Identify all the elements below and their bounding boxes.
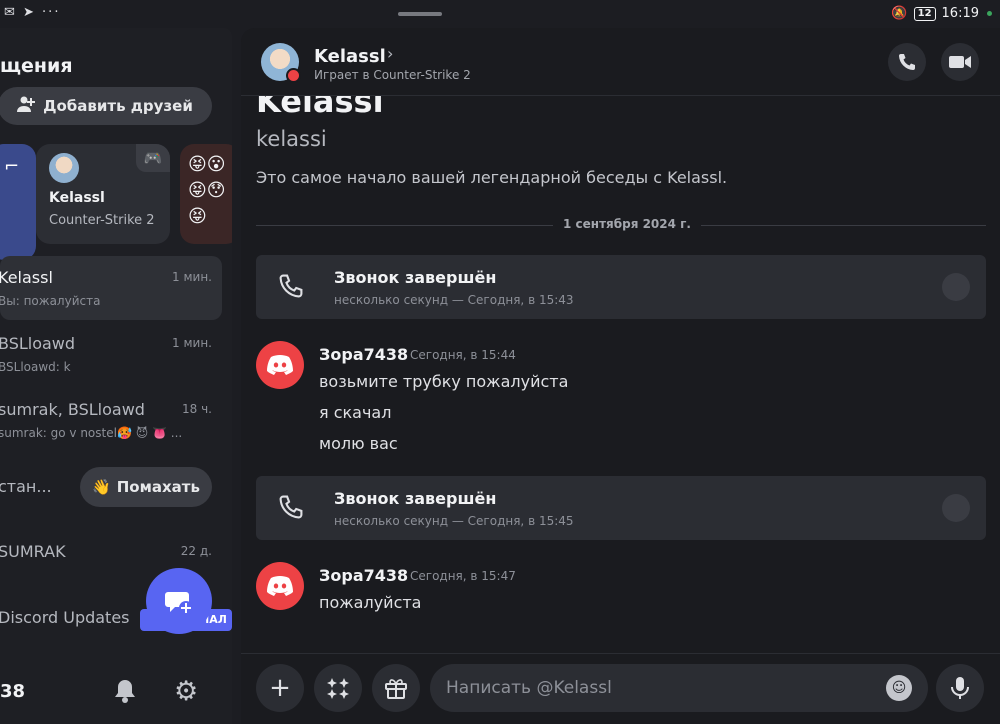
emoji-picker-icon[interactable]: ☺	[886, 675, 912, 701]
message-timestamp: Сегодня, в 15:44	[410, 348, 516, 362]
message-text: я скачал	[319, 403, 392, 422]
chat-area: Kelassl › Играет в Counter-Strike 2 Kela…	[241, 28, 1000, 724]
dm-name: sumrak, BSLloawd	[0, 400, 145, 419]
message-author[interactable]: Зора7438	[319, 566, 408, 585]
dm-item-group[interactable]: sumrak, BSLloawd sumrak: go v nostel🥵 😈 …	[0, 388, 222, 452]
dm-item-bslloawd[interactable]: BSLloawd BSLloawd: k 1 мин.	[0, 322, 222, 386]
wave-button[interactable]: 👋 Помахать	[80, 467, 212, 507]
activity-card-partial[interactable]: ⌐	[0, 144, 36, 260]
new-message-button[interactable]	[146, 568, 212, 634]
emoji-pattern: 😝😮 😝😯 😝	[188, 154, 226, 227]
activity-card-name: Kelassl	[49, 190, 105, 206]
message-text: возьмите трубку пожалуйста	[319, 372, 569, 391]
notification-icons: ✉ ➤ ···	[4, 5, 61, 20]
activity-card-game: Counter-Strike 2	[49, 213, 155, 228]
avatar[interactable]	[256, 341, 304, 389]
video-camera-icon	[949, 56, 971, 68]
avatar	[49, 153, 79, 183]
dm-sidebar: щения Добавить друзей ⌐ 🎮 Kelassl Counte…	[0, 28, 232, 724]
call-title: Звонок завершён	[334, 489, 497, 508]
plus-icon: +	[269, 673, 291, 703]
phone-icon	[278, 273, 304, 303]
system-status: 🔕 12 16:19	[891, 6, 992, 21]
gear-icon[interactable]: ⚙	[174, 676, 198, 707]
dm-preview: Вы: пожалуйста	[0, 294, 101, 308]
date-divider-label: 1 сентября 2024 г.	[553, 217, 701, 231]
dm-preview: sumrak: go v nostel🥵 😈 👅 ...	[0, 426, 183, 440]
call-action-button[interactable]	[942, 494, 970, 522]
add-attachment-button[interactable]: +	[256, 664, 304, 712]
activity-card-kelassl[interactable]: 🎮 Kelassl Counter-Strike 2	[36, 144, 170, 244]
intro-username: kelassi	[256, 127, 327, 151]
chat-header: Kelassl › Играет в Counter-Strike 2	[241, 28, 1000, 96]
call-title: Звонок завершён	[334, 268, 497, 287]
dm-item-kelassl[interactable]: Kelassl Вы: пожалуйста 1 мин.	[0, 256, 222, 320]
wave-icon: 👋	[92, 478, 111, 496]
chat-title[interactable]: Kelassl	[314, 46, 386, 67]
dm-preview: BSLloawd: k	[0, 360, 71, 374]
microphone-icon	[951, 677, 969, 699]
gift-button[interactable]	[372, 664, 420, 712]
message-author[interactable]: Зора7438	[319, 345, 408, 364]
dm-name: Kelassl	[0, 268, 53, 287]
gift-icon	[385, 679, 407, 699]
chevron-right-icon[interactable]: ›	[387, 44, 393, 63]
status-bar: ✉ ➤ ··· 🔕 12 16:19	[0, 0, 1000, 28]
message-count[interactable]: 38	[0, 681, 25, 702]
mute-icon: 🔕	[891, 6, 908, 21]
dm-name: стан...	[0, 477, 52, 496]
phone-icon	[899, 54, 915, 70]
intro-text: Это самое начало вашей легендарной бесед…	[256, 168, 728, 187]
dm-name: BSLloawd	[0, 334, 76, 353]
dm-time: 1 мин.	[172, 270, 212, 284]
add-friends-button[interactable]: Добавить друзей	[0, 87, 212, 125]
avatar[interactable]	[256, 562, 304, 610]
message-text: пожалуйста	[319, 593, 422, 612]
discord-logo-icon	[267, 576, 293, 596]
privacy-indicator	[987, 11, 992, 16]
bottom-nav: 38 ⚙	[0, 664, 232, 724]
call-ended-card[interactable]: Звонок завершён несколько секунд — Сегод…	[256, 476, 986, 540]
clock: 16:19	[941, 6, 979, 21]
apps-button[interactable]	[314, 664, 362, 712]
voice-call-button[interactable]	[888, 43, 926, 81]
gamepad-icon: 🎮	[136, 144, 170, 172]
message-timestamp: Сегодня, в 15:47	[410, 569, 516, 583]
dm-time: 22 д.	[180, 544, 212, 558]
sidebar-heading: щения	[0, 55, 73, 77]
wave-label: Помахать	[116, 478, 200, 496]
call-ended-card[interactable]: Звонок завершён несколько секунд — Сегод…	[256, 255, 986, 319]
dm-time: 1 мин.	[172, 336, 212, 350]
message-composer: + Написать @Kelassl ☺	[241, 653, 1000, 724]
call-subtitle: несколько секунд — Сегодня, в 15:45	[334, 514, 574, 528]
activity-status: Играет в Counter-Strike 2	[314, 68, 471, 82]
phone-icon	[278, 494, 304, 524]
drag-handle[interactable]	[398, 12, 442, 16]
gun-icon: ⌐	[4, 156, 20, 177]
activity-card-emoji[interactable]: 😝😮 😝😯 😝	[180, 144, 232, 244]
dnd-status-icon	[286, 68, 301, 83]
discord-logo-icon	[267, 355, 293, 375]
video-call-button[interactable]	[941, 43, 979, 81]
voice-message-button[interactable]	[936, 664, 984, 712]
add-friend-icon	[17, 95, 36, 117]
call-subtitle: несколько секунд — Сегодня, в 15:43	[334, 293, 574, 307]
dm-name: SUMRAK	[0, 542, 66, 561]
battery-level: 12	[913, 6, 936, 21]
dm-name: Discord Updates	[0, 608, 130, 627]
bell-icon[interactable]	[112, 678, 138, 710]
message-input[interactable]: Написать @Kelassl	[430, 664, 928, 712]
dm-time: 18 ч.	[182, 402, 212, 416]
new-message-icon	[165, 592, 193, 615]
apps-icon	[327, 678, 349, 699]
add-friends-label: Добавить друзей	[43, 97, 193, 115]
call-action-button[interactable]	[942, 273, 970, 301]
message-text: молю вас	[319, 434, 398, 453]
